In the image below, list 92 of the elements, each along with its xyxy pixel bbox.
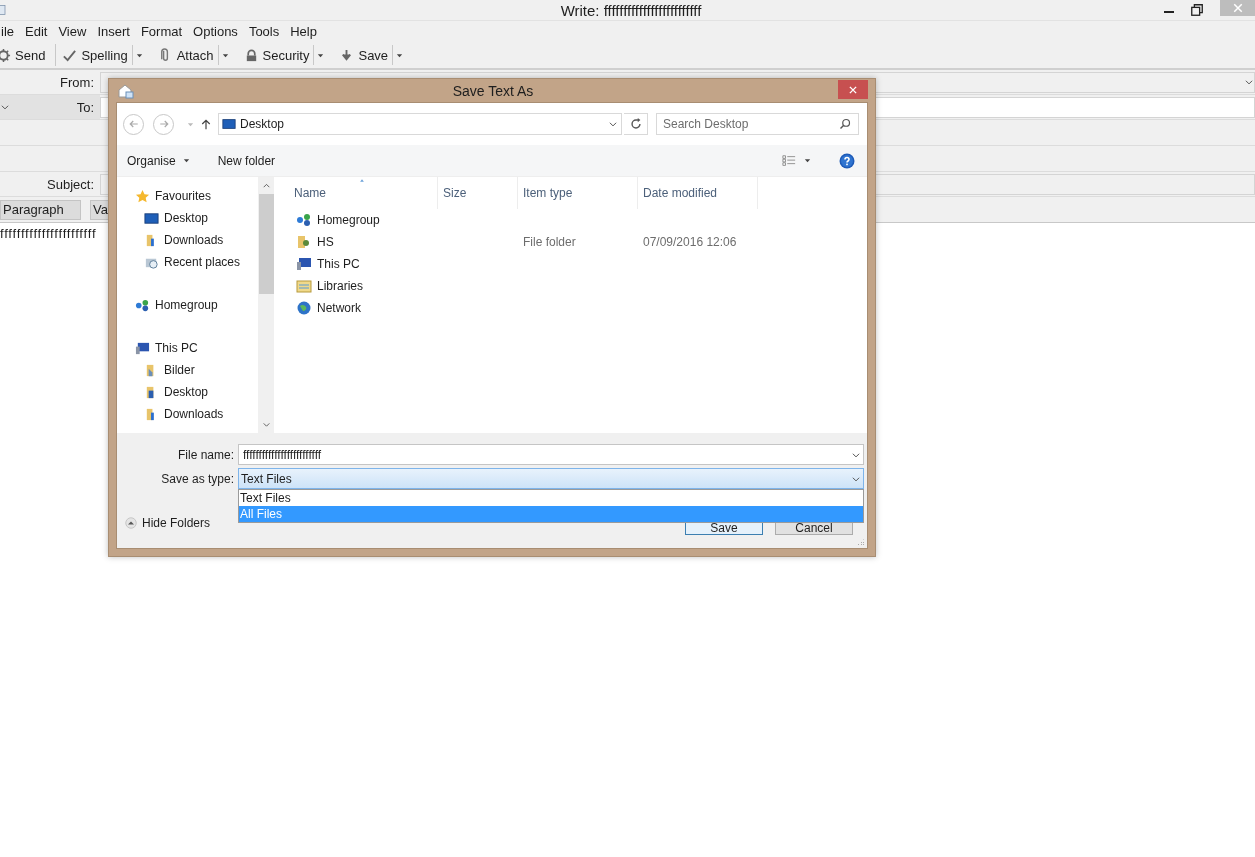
library-icon xyxy=(296,278,312,294)
paragraph-select[interactable]: Paragraph xyxy=(0,199,81,220)
dialog-icon xyxy=(118,82,134,99)
menu-item[interactable]: Options xyxy=(192,24,239,39)
collapse-icon xyxy=(125,516,137,529)
file-name[interactable]: Network xyxy=(275,300,438,316)
menu-item[interactable]: View xyxy=(57,24,88,39)
font-select[interactable]: Va xyxy=(90,199,110,220)
field-label: Subject: xyxy=(47,176,94,192)
menu-item[interactable]: Edit xyxy=(24,24,49,39)
file-name[interactable]: HS xyxy=(275,234,438,250)
nav-item[interactable]: Downloads xyxy=(117,229,258,251)
refresh-icon xyxy=(628,117,643,131)
menu-item[interactable]: Tools xyxy=(247,24,281,39)
organise-button[interactable]: Organise xyxy=(127,148,190,173)
nav-item[interactable]: Homegroup xyxy=(117,294,258,316)
date-modified: 07/09/2016 12:06 xyxy=(643,235,737,249)
scrollbar[interactable] xyxy=(258,177,274,433)
nav-item[interactable]: This PC xyxy=(117,337,258,359)
computer-icon xyxy=(135,340,150,356)
monitor-icon xyxy=(221,117,237,131)
refresh-button[interactable] xyxy=(624,113,648,135)
nav-item[interactable]: Favourites xyxy=(117,185,258,207)
caret-icon xyxy=(804,157,811,164)
window-title: Write: fffffffffffffffffffffffff xyxy=(560,1,702,19)
people-icon xyxy=(135,297,150,313)
caret-icon xyxy=(221,51,229,59)
column-header[interactable]: Name xyxy=(275,177,438,209)
caret-icon xyxy=(396,51,404,59)
up-arrow-icon xyxy=(200,117,212,131)
caret-icon xyxy=(182,157,190,164)
star-icon xyxy=(135,188,150,204)
left-arrow-icon xyxy=(127,118,140,130)
search-field[interactable]: Search Desktop xyxy=(656,113,859,135)
toolbar-button[interactable]: Spelling xyxy=(62,43,132,67)
scrollbar-thumb[interactable] xyxy=(258,194,274,294)
chevron-down-icon xyxy=(608,119,618,129)
globe-icon xyxy=(296,300,312,316)
toolbar-button[interactable]: Security xyxy=(243,43,314,67)
caret-icon xyxy=(186,120,194,128)
right-arrow-icon xyxy=(157,118,170,130)
field-label: File name: xyxy=(176,447,235,462)
dialog-title: Save Text As xyxy=(452,82,534,99)
chevron-down-icon xyxy=(1244,77,1254,87)
close-icon xyxy=(848,84,858,95)
monitor-icon xyxy=(144,210,159,226)
search-icon xyxy=(839,118,851,130)
hide-folders-button[interactable]: Hide Folders xyxy=(125,515,211,530)
column-header[interactable]: Item type xyxy=(518,177,638,209)
scroll-down-icon xyxy=(261,420,271,429)
chevron-down-icon xyxy=(0,102,10,112)
nav-item[interactable]: Desktop xyxy=(117,207,258,229)
nav-item[interactable]: Bilder xyxy=(117,359,258,381)
menu-item[interactable]: Format xyxy=(139,24,184,39)
address-text: Desktop xyxy=(240,117,285,131)
gear-icon xyxy=(0,47,11,63)
field-label: From: xyxy=(60,74,94,90)
menu-item[interactable]: Help xyxy=(289,24,318,39)
people-icon xyxy=(296,212,312,228)
menu-item[interactable]: ile xyxy=(0,24,15,39)
file-name[interactable]: Libraries xyxy=(275,278,438,294)
menu-item[interactable]: Insert xyxy=(96,24,131,39)
file-name[interactable]: Homegroup xyxy=(275,212,438,228)
help-icon xyxy=(839,152,855,169)
toolbar-button[interactable]: Send xyxy=(0,43,50,67)
nav-item[interactable]: Desktop xyxy=(117,381,258,403)
new-folder-button[interactable]: New folder xyxy=(217,148,276,173)
field-label: Save as type: xyxy=(160,471,235,486)
dropdown-option[interactable]: Text Files xyxy=(239,490,863,506)
restore-icon xyxy=(1190,3,1204,17)
address-bar[interactable]: Desktop xyxy=(218,113,622,135)
scroll-up-icon xyxy=(261,181,271,190)
item-type: File folder xyxy=(523,235,576,249)
file-name-field[interactable]: fffffffffffffffffffffffff xyxy=(238,444,864,465)
checkmark-icon xyxy=(62,47,78,63)
file-name[interactable]: This PC xyxy=(275,256,438,272)
column-header[interactable]: Size xyxy=(438,177,518,209)
folder-icon xyxy=(296,234,312,250)
message-text: fffffffffffffffffffffff xyxy=(0,226,97,241)
toolbar-button[interactable]: Attach xyxy=(157,43,218,67)
column-header[interactable]: Date modified xyxy=(638,177,758,209)
details-view-icon xyxy=(781,153,797,168)
close-icon xyxy=(1231,2,1244,14)
caret-icon xyxy=(135,51,143,59)
toolbar-button[interactable]: Save xyxy=(339,43,393,67)
nav-item[interactable]: Downloads xyxy=(117,403,258,425)
computer-icon xyxy=(296,256,312,272)
nav-item[interactable]: Recent places xyxy=(117,251,258,273)
field-label: To: xyxy=(76,99,94,115)
close-button[interactable] xyxy=(838,80,868,99)
caret-icon xyxy=(317,51,325,59)
minimize-icon xyxy=(1164,11,1174,13)
